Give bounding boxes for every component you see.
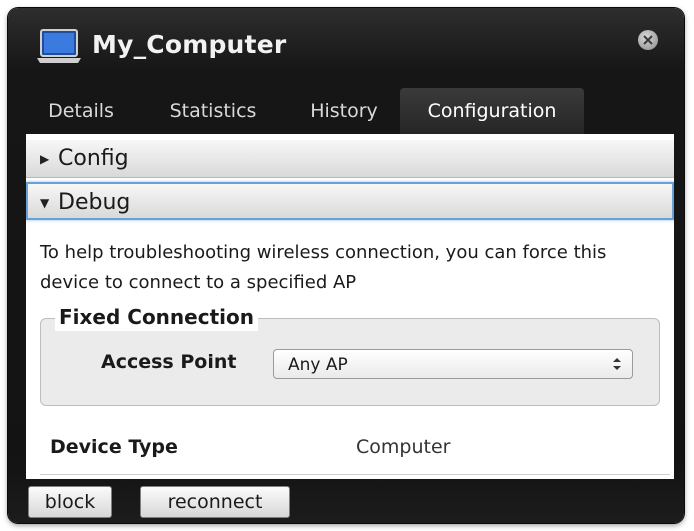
title-bar: My_Computer <box>8 8 684 80</box>
config-section-header[interactable]: ▶ Config <box>26 140 674 178</box>
fixed-connection-group: Fixed Connection Access Point Any AP <box>40 303 660 406</box>
debug-help-text: To help troubleshooting wireless connect… <box>40 242 607 293</box>
device-window: My_Computer Details Statistics History C… <box>8 8 684 523</box>
config-section-label: Config <box>58 146 129 171</box>
access-point-selected-value: Any AP <box>288 355 348 375</box>
chevron-right-icon: ▶ <box>40 152 50 166</box>
debug-section-label: Debug <box>58 190 131 215</box>
device-type-value: Computer <box>356 436 451 458</box>
debug-section-header[interactable]: ▼ Debug <box>26 182 674 220</box>
close-icon[interactable] <box>638 30 658 50</box>
reconnect-button[interactable]: reconnect <box>140 486 290 518</box>
tab-history[interactable]: History <box>296 88 392 134</box>
tab-details[interactable]: Details <box>38 88 124 134</box>
divider <box>40 474 670 475</box>
tab-statistics[interactable]: Statistics <box>154 88 272 134</box>
configuration-panel: ▶ Config ▼ Debug To help troubleshooting… <box>26 134 674 479</box>
fixed-connection-legend: Fixed Connection <box>55 303 258 331</box>
laptop-icon <box>36 28 82 66</box>
access-point-label: Access Point <box>101 351 237 373</box>
select-arrows-icon <box>612 356 622 376</box>
tab-configuration[interactable]: Configuration <box>400 88 584 134</box>
tab-bar: Details Statistics History Configuration <box>26 88 674 134</box>
chevron-down-icon: ▼ <box>40 196 50 210</box>
window-title: My_Computer <box>92 30 287 59</box>
device-type-label: Device Type <box>50 436 178 458</box>
block-button[interactable]: block <box>28 486 112 518</box>
access-point-select[interactable]: Any AP <box>273 349 633 379</box>
